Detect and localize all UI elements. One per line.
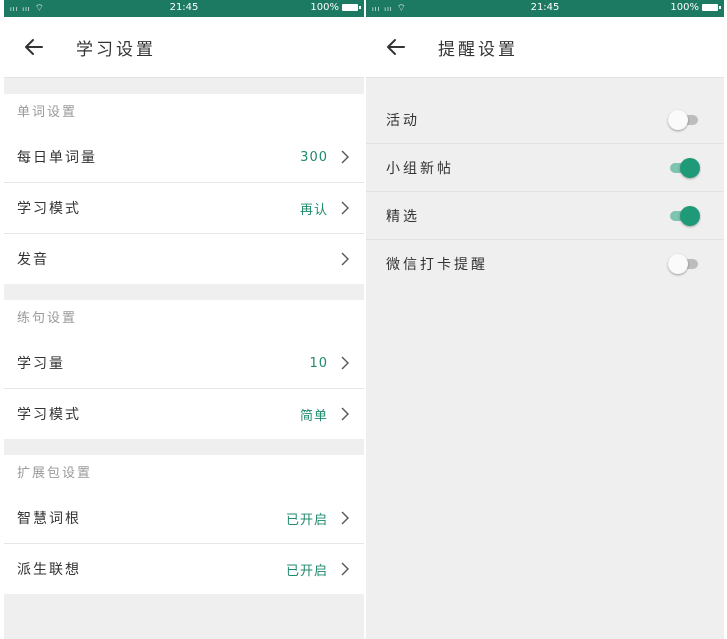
battery-icon [702,4,721,11]
setting-row-sentence-mode[interactable]: 学习模式 简单 [4,389,364,439]
signal-icon: ᵢₗₗ ᵢₗₗ ⌔ [372,3,407,14]
page-title: 提醒设置 [438,39,518,60]
row-label: 学习模式 [17,201,81,217]
row-value: 再认 [299,202,328,218]
status-right: 100% [670,2,721,13]
battery-percent: 100% [670,2,699,13]
row-value: 已开启 [285,563,328,579]
section-sentence-settings: 练句设置 学习量 10 学习模式 简单 [4,300,364,439]
app-bar: 提醒设置 [366,17,724,78]
row-value: 已开启 [285,512,328,528]
toggle-switch[interactable] [668,205,700,226]
toggle-switch[interactable] [668,253,700,274]
status-time: 21:45 [169,2,199,13]
row-label: 发音 [17,252,49,268]
toggle-row-featured: 精选 [366,192,724,240]
row-label: 学习模式 [17,407,81,423]
toggle-switch[interactable] [668,157,700,178]
screenshot-pair: ᵢₗₗ ᵢₗₗ ⌔ 21:45 100% 学习设置 单词设置 每日单词量 300 [0,0,727,639]
status-time: 21:45 [530,2,560,13]
back-button[interactable] [22,35,46,59]
toggle-label: 精选 [386,208,420,225]
back-button[interactable] [384,35,408,59]
study-settings-screen: ᵢₗₗ ᵢₗₗ ⌔ 21:45 100% 学习设置 单词设置 每日单词量 300 [4,0,364,639]
chevron-right-icon [341,150,349,164]
setting-row-study-mode[interactable]: 学习模式 再认 [4,183,364,234]
setting-row-study-amount[interactable]: 学习量 10 [4,338,364,389]
section-word-settings: 单词设置 每日单词量 300 学习模式 再认 发音 [4,94,364,284]
status-bar: ᵢₗₗ ᵢₗₗ ⌔ 21:45 100% [366,0,724,17]
back-arrow-icon [25,39,43,55]
toggle-label: 小组新帖 [386,160,454,177]
toggle-list: 活动 小组新帖 精选 微信打卡提醒 [366,96,724,287]
status-bar: ᵢₗₗ ᵢₗₗ ⌔ 21:45 100% [4,0,364,17]
signal-icon: ᵢₗₗ ᵢₗₗ ⌔ [10,3,45,14]
row-value: 300 [300,149,328,165]
chevron-right-icon [341,356,349,370]
reminder-settings-screen: ᵢₗₗ ᵢₗₗ ⌔ 21:45 100% 提醒设置 活动 小组新帖 精选 微信打… [366,0,724,639]
row-label: 派生联想 [17,562,81,578]
row-label: 学习量 [17,356,65,372]
toggle-switch[interactable] [668,109,700,130]
app-bar: 学习设置 [4,17,364,78]
status-right: 100% [310,2,361,13]
toggle-label: 微信打卡提醒 [386,256,488,273]
battery-percent: 100% [310,2,339,13]
toggle-row-activity: 活动 [366,96,724,144]
toggle-row-group-posts: 小组新帖 [366,144,724,192]
row-label: 每日单词量 [17,150,97,166]
setting-row-derivative-association[interactable]: 派生联想 已开启 [4,544,364,594]
row-label: 智慧词根 [17,511,81,527]
chevron-right-icon [341,201,349,215]
battery-icon [342,4,361,11]
section-extension-settings: 扩展包设置 智慧词根 已开启 派生联想 已开启 [4,455,364,594]
setting-row-word-roots[interactable]: 智慧词根 已开启 [4,493,364,544]
toggle-label: 活动 [386,112,420,129]
section-title: 单词设置 [17,105,78,120]
section-title: 扩展包设置 [17,466,93,481]
setting-row-daily-words[interactable]: 每日单词量 300 [4,132,364,183]
row-value: 10 [309,355,328,371]
chevron-right-icon [341,407,349,421]
chevron-right-icon [341,252,349,266]
section-title: 练句设置 [17,311,78,326]
row-value: 简单 [299,408,328,424]
chevron-right-icon [341,562,349,576]
toggle-row-wechat-checkin: 微信打卡提醒 [366,240,724,287]
setting-row-pronunciation[interactable]: 发音 [4,234,364,284]
page-title: 学习设置 [76,39,156,60]
back-arrow-icon [387,39,405,55]
chevron-right-icon [341,511,349,525]
